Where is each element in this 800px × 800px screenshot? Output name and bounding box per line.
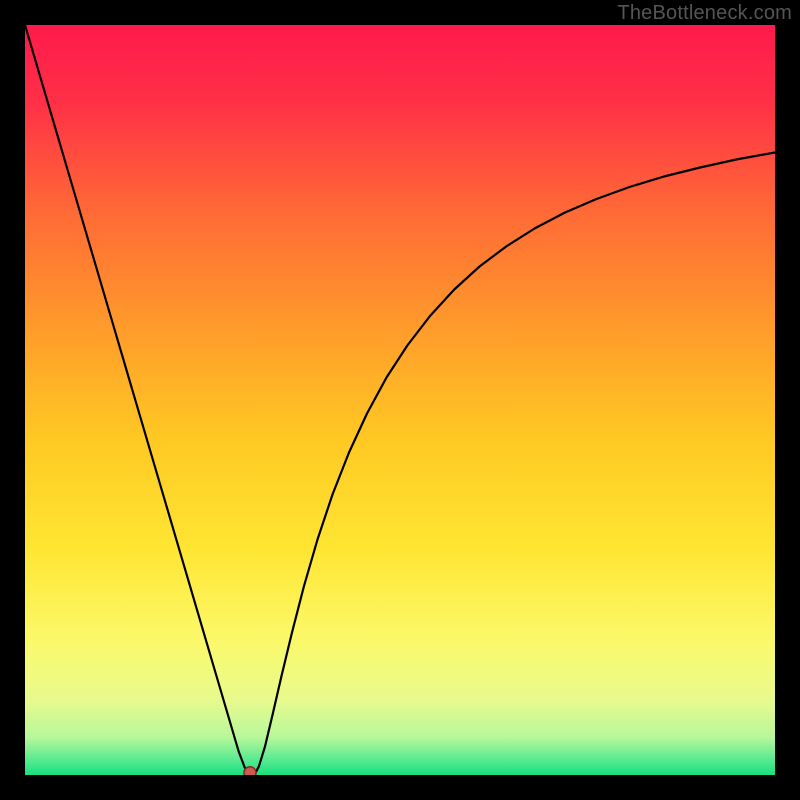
- watermark-text: TheBottleneck.com: [617, 2, 792, 25]
- gradient-background: [25, 25, 775, 775]
- plot-area: [25, 25, 775, 775]
- minimum-marker: [244, 767, 256, 775]
- chart-svg: [25, 25, 775, 775]
- chart-frame: TheBottleneck.com: [0, 0, 800, 800]
